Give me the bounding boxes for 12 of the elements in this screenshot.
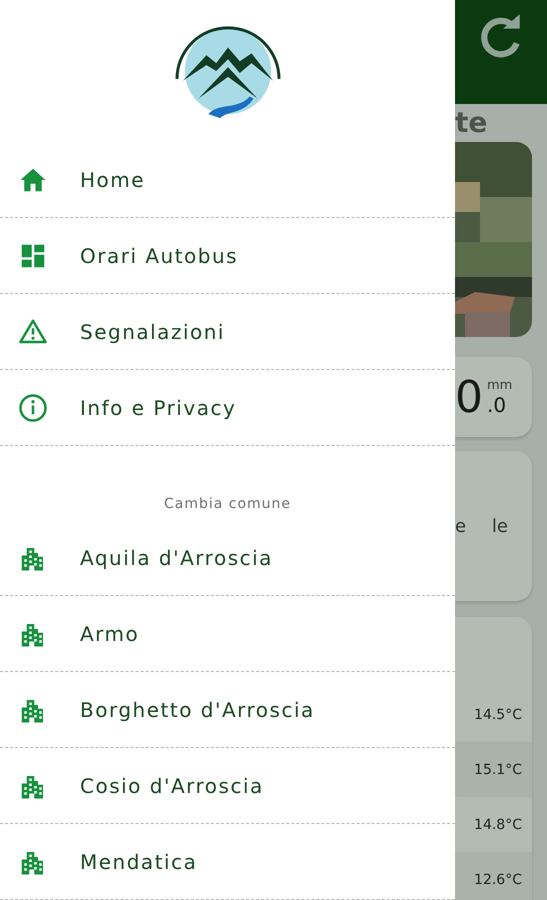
card-text: e — [455, 516, 466, 536]
info-icon — [18, 392, 48, 423]
temperature-value: 12.6°C — [474, 872, 522, 888]
temperature-value: 14.5°C — [474, 706, 522, 722]
rain-decimal: .0 — [487, 392, 508, 416]
rain-unit: mm — [487, 378, 512, 392]
temperature-value: 14.8°C — [474, 816, 522, 832]
card-text: le — [492, 516, 508, 536]
section-title: Cambia comune — [162, 496, 292, 514]
rain-value: 0 — [455, 372, 483, 422]
temperature-value: 15.1°C — [474, 762, 522, 778]
page-title: te — [455, 105, 488, 141]
